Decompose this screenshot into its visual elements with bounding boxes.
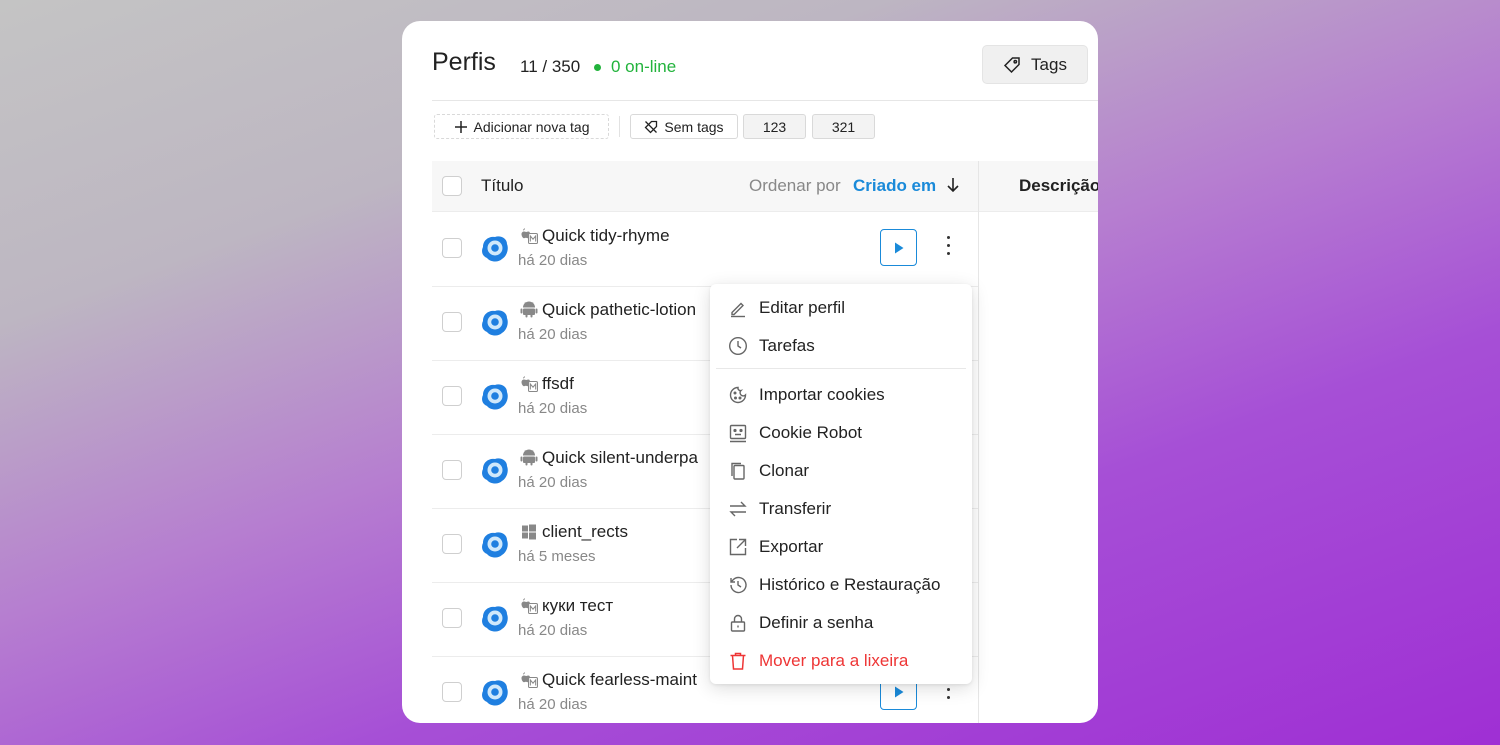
select-all-checkbox[interactable]: [442, 176, 462, 196]
profile-name[interactable]: ffsdf: [542, 374, 712, 394]
row-checkbox[interactable]: [442, 608, 462, 628]
browser-profile-icon: [482, 310, 508, 336]
macos-icon: [521, 672, 538, 688]
profile-context-menu: Editar perfil Tarefas Importar cookies C…: [710, 284, 972, 684]
macos-icon: [521, 376, 538, 392]
profile-created-date: há 20 dias: [518, 474, 588, 491]
tags-button-label: Tags: [1031, 54, 1067, 74]
menu-item-clone[interactable]: Clonar: [710, 454, 972, 488]
no-tags-label: Sem tags: [664, 118, 724, 135]
browser-profile-icon: [482, 606, 508, 632]
menu-item-export[interactable]: Exportar: [710, 530, 972, 564]
menu-item-move-to-trash[interactable]: Mover para a lixeira: [710, 644, 972, 678]
add-tag-button[interactable]: Adicionar nova tag: [434, 114, 609, 139]
export-icon: [729, 538, 747, 556]
profile-name[interactable]: Quick pathetic-lotion: [542, 300, 732, 320]
play-icon: [894, 686, 903, 697]
browser-profile-icon: [482, 532, 508, 558]
order-by-label: Ordenar por: [749, 176, 841, 195]
play-icon: [894, 242, 903, 253]
menu-divider: [716, 368, 966, 369]
profile-created-date: há 20 dias: [518, 400, 588, 417]
profile-created-date: há 20 dias: [518, 622, 588, 639]
profile-count: 11 / 350: [520, 57, 581, 76]
tags-button[interactable]: Tags: [982, 45, 1088, 84]
tag-chip-123[interactable]: 123: [743, 114, 806, 139]
tag-chip-321[interactable]: 321: [812, 114, 875, 139]
menu-item-label: Importar cookies: [759, 385, 885, 404]
column-description-header: Descrição: [1019, 176, 1098, 195]
clock-icon: [728, 336, 748, 356]
row-checkbox[interactable]: [442, 312, 462, 332]
add-tag-label: Adicionar nova tag: [473, 118, 590, 135]
menu-item-label: Transferir: [759, 499, 832, 518]
browser-profile-icon: [482, 236, 508, 262]
header-divider: [432, 100, 1098, 101]
profile-name[interactable]: куки тест: [542, 596, 712, 616]
menu-item-label: Editar perfil: [759, 298, 845, 317]
menu-item-label: Cookie Robot: [759, 423, 863, 442]
profile-name[interactable]: Quick fearless-maint: [542, 670, 712, 690]
menu-item-label: Definir a senha: [759, 613, 874, 632]
row-checkbox[interactable]: [442, 682, 462, 702]
menu-item-label: Histórico e Restauração: [759, 575, 941, 594]
no-tag-icon: [645, 120, 658, 133]
start-profile-button[interactable]: [880, 229, 917, 266]
menu-item-edit-profile[interactable]: Editar perfil: [710, 291, 972, 325]
row-checkbox[interactable]: [442, 238, 462, 258]
macos-icon: [521, 598, 538, 614]
plus-icon: [454, 120, 467, 133]
profile-name[interactable]: Quick silent-underpa: [542, 448, 712, 468]
pencil-icon: [731, 302, 745, 318]
table-header: Título Ordenar por Criado em Descrição: [432, 161, 1098, 212]
profile-created-date: há 5 meses: [518, 548, 596, 565]
sort-key-button[interactable]: Criado em: [853, 176, 936, 196]
profile-created-date: há 20 dias: [518, 696, 588, 713]
menu-item-label: Mover para a lixeira: [759, 651, 909, 670]
history-icon: [730, 576, 747, 594]
copy-icon: [731, 462, 745, 480]
row-checkbox[interactable]: [442, 534, 462, 554]
profile-created-date: há 20 dias: [518, 252, 588, 269]
tag-icon: [1003, 56, 1020, 73]
android-icon: [520, 449, 538, 466]
browser-profile-icon: [482, 458, 508, 484]
online-count: 0 on-line: [611, 57, 677, 76]
online-status-dot: [594, 64, 601, 71]
column-divider: [978, 161, 979, 723]
browser-profile-icon: [482, 384, 508, 410]
row-checkbox[interactable]: [442, 460, 462, 480]
profile-name[interactable]: client_rects: [542, 522, 712, 542]
more-options-icon[interactable]: [938, 236, 958, 255]
menu-item-cookie-robot[interactable]: Cookie Robot: [710, 416, 972, 450]
menu-item-import-cookies[interactable]: Importar cookies: [710, 378, 972, 412]
column-title-header: Título: [481, 176, 524, 195]
browser-profile-icon: [482, 680, 508, 706]
tagbar-divider: [619, 116, 620, 137]
no-tags-filter[interactable]: Sem tags: [630, 114, 738, 139]
page-title: Perfis: [432, 48, 496, 76]
table-row[interactable]: Quick tidy-rhyme há 20 dias: [432, 212, 978, 287]
sort-descending-icon[interactable]: [946, 176, 960, 194]
menu-item-transfer[interactable]: Transferir: [710, 492, 972, 526]
menu-item-label: Exportar: [759, 537, 824, 556]
trash-icon: [730, 652, 746, 670]
windows-icon: [522, 524, 536, 540]
cookie-icon: [729, 386, 747, 404]
row-checkbox[interactable]: [442, 386, 462, 406]
lock-icon: [730, 614, 746, 632]
robot-icon: [729, 424, 747, 443]
profile-name[interactable]: Quick tidy-rhyme: [542, 226, 712, 246]
menu-item-label: Tarefas: [759, 336, 815, 355]
menu-item-set-password[interactable]: Definir a senha: [710, 606, 972, 640]
menu-item-tasks[interactable]: Tarefas: [710, 329, 972, 363]
menu-item-history-restore[interactable]: Histórico e Restauração: [710, 568, 972, 602]
profile-created-date: há 20 dias: [518, 326, 588, 343]
android-icon: [520, 301, 538, 318]
macos-icon: [521, 228, 538, 244]
transfer-icon: [729, 501, 747, 517]
menu-item-label: Clonar: [759, 461, 810, 480]
